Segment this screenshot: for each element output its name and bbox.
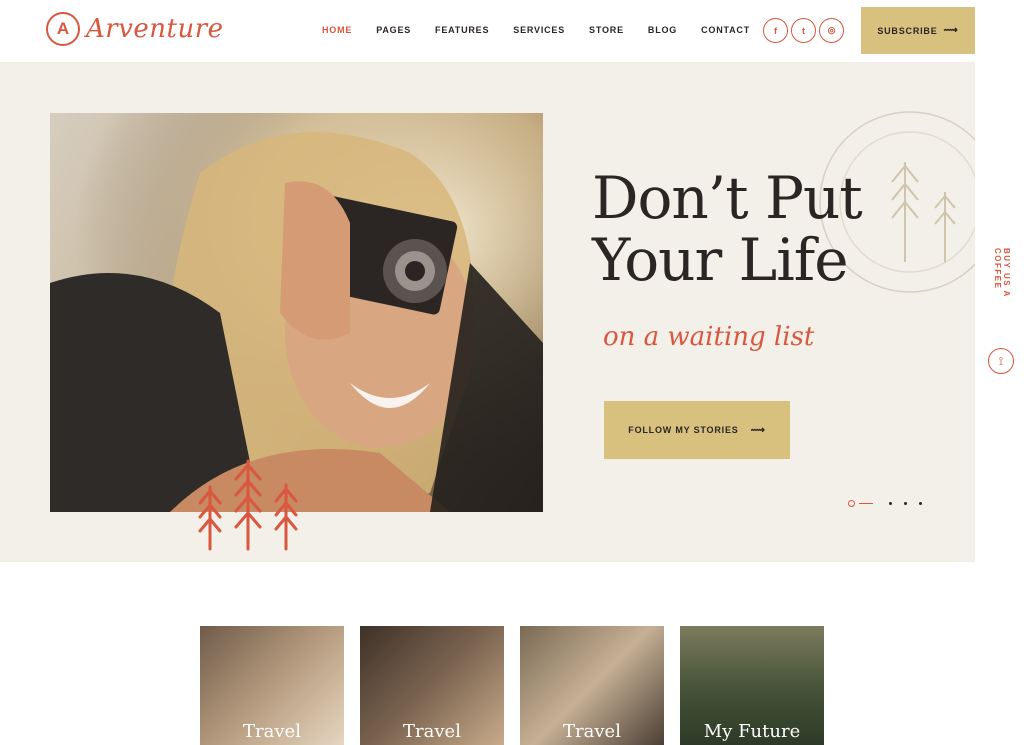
category-card[interactable]: Travel — [360, 626, 504, 745]
arrow-right-icon: ⟿ — [943, 25, 959, 36]
twitter-icon[interactable]: t — [791, 18, 816, 43]
coffee-icon[interactable]: ⟟ — [988, 348, 1014, 374]
category-cards: Travel Travel Travel My Future — [200, 626, 840, 745]
nav-services[interactable]: SERVICES — [513, 25, 565, 35]
nav-store[interactable]: STORE — [589, 25, 624, 35]
social-links: f t ◎ — [763, 18, 847, 43]
slide-dot-2[interactable] — [889, 502, 892, 505]
card-title: Travel — [243, 721, 301, 742]
site-logo[interactable]: A Arventure — [46, 12, 224, 46]
card-title: Travel — [563, 721, 621, 742]
woman-with-camera-illustration — [50, 113, 543, 512]
buy-coffee-label: BUY US A COFFEE — [993, 248, 1011, 298]
active-slide-indicator — [859, 502, 873, 505]
headline-line-1: Don’t Put — [592, 164, 863, 232]
nav-features[interactable]: FEATURES — [435, 25, 489, 35]
instagram-icon[interactable]: ◎ — [819, 18, 844, 43]
hero-headline: Don’t Put Your Life — [592, 164, 863, 294]
slider-pagination — [848, 500, 922, 507]
nav-home[interactable]: HOME — [322, 25, 352, 35]
subscribe-button[interactable]: SUBSCRIBE ⟿ — [861, 7, 975, 54]
category-card[interactable]: My Future — [680, 626, 824, 745]
subscribe-label: SUBSCRIBE — [877, 25, 938, 36]
follow-my-stories-button[interactable]: FOLLOW MY STORIES ⟿ — [604, 401, 790, 459]
follow-label: FOLLOW MY STORIES — [628, 425, 739, 435]
slide-dot-3[interactable] — [904, 502, 907, 505]
category-card[interactable]: Travel — [200, 626, 344, 745]
card-title: Travel — [403, 721, 461, 742]
buy-coffee-link[interactable]: BUY US A COFFEE — [993, 248, 1011, 338]
facebook-icon[interactable]: f — [763, 18, 788, 43]
slide-dot-1[interactable] — [848, 500, 855, 507]
arrow-right-icon: ⟿ — [750, 424, 766, 436]
hero-slider: Don’t Put Your Life on a waiting list FO… — [0, 62, 975, 562]
nav-contact[interactable]: CONTACT — [701, 25, 750, 35]
card-title: My Future — [703, 721, 801, 742]
slide-dot-4[interactable] — [919, 502, 922, 505]
hero-script-tagline: on a waiting list — [603, 322, 815, 352]
nav-blog[interactable]: BLOG — [648, 25, 677, 35]
nav-pages[interactable]: PAGES — [376, 25, 411, 35]
logo-badge: A — [46, 12, 80, 46]
site-header: A Arventure HOME PAGES FEATURES SERVICES… — [0, 0, 975, 62]
headline-line-2: Your Life — [592, 226, 849, 294]
hero-photo — [50, 113, 543, 512]
main-nav: HOME PAGES FEATURES SERVICES STORE BLOG … — [322, 25, 774, 35]
logo-wordmark: Arventure — [86, 14, 224, 44]
category-card[interactable]: Travel — [520, 626, 664, 745]
tree-icon — [198, 459, 298, 551]
